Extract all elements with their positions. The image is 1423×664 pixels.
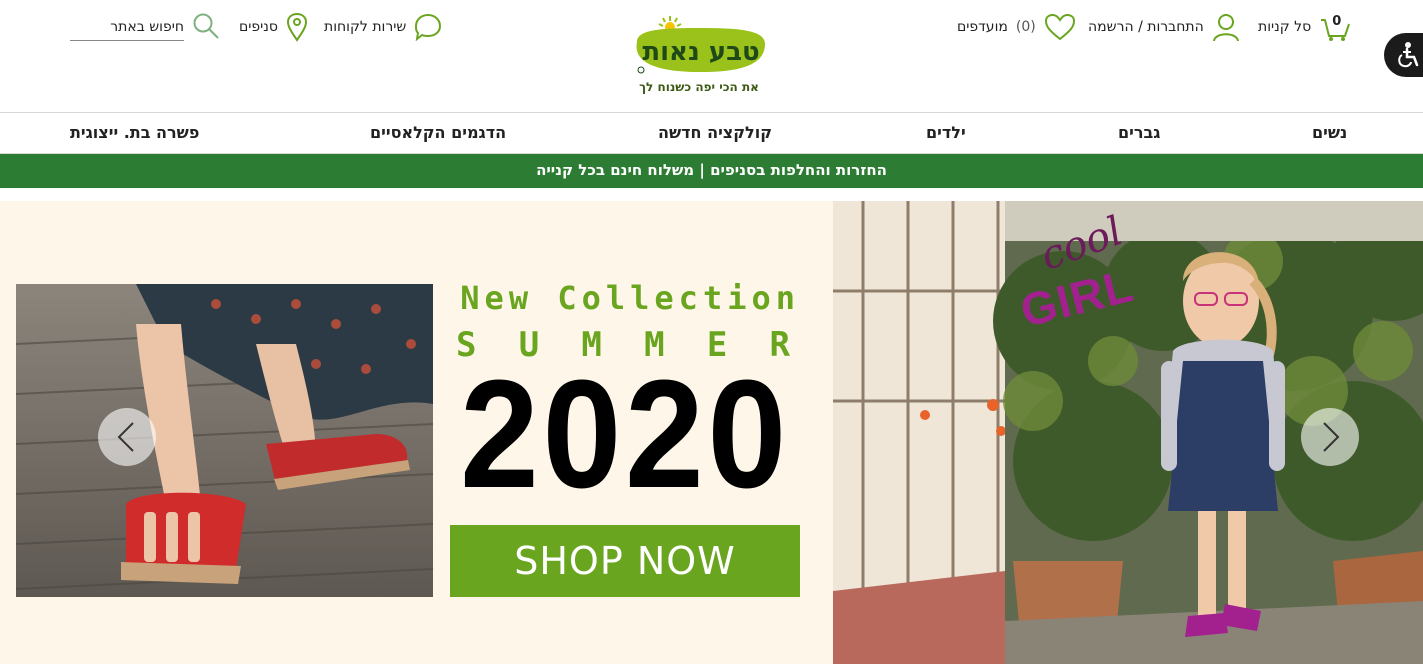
sandals-image bbox=[16, 284, 433, 597]
chevron-right-icon bbox=[1323, 422, 1340, 452]
nav-item-men[interactable]: גברים bbox=[1118, 114, 1160, 154]
accessibility-icon bbox=[1398, 42, 1419, 68]
site-search bbox=[70, 12, 220, 42]
nav-item-new-collection[interactable]: קולקציה חדשה bbox=[658, 114, 772, 154]
logo-mark: טבע נאות bbox=[636, 16, 765, 74]
brand-logo[interactable]: טבע נאות את הכי יפה כשנוח לך bbox=[629, 12, 769, 98]
cart-button[interactable]: 0 סל קניות bbox=[1258, 10, 1351, 44]
main-nav: נשים גברים ילדים קולקציה חדשה הדגמים הקל… bbox=[0, 114, 1423, 154]
stores-label: סניפים bbox=[239, 19, 278, 35]
carousel-next-button[interactable] bbox=[1301, 408, 1359, 466]
chevron-left-icon bbox=[117, 422, 134, 452]
favorites-label: מועדפים bbox=[957, 19, 1008, 35]
hero-headline: New Collection bbox=[460, 279, 800, 317]
customer-service-label: שירות לקוחות bbox=[324, 19, 407, 35]
logo-tagline: את הכי יפה כשנוח לך bbox=[639, 80, 759, 94]
customer-service-link[interactable]: שירות לקוחות bbox=[324, 10, 442, 44]
cart-label: סל קניות bbox=[1258, 19, 1312, 35]
hero-carousel: New Collection S U M M E R 2020 SHOP NOW bbox=[0, 201, 1423, 664]
hero-sandals-photo[interactable] bbox=[16, 284, 433, 597]
carousel-prev-button[interactable] bbox=[98, 408, 156, 466]
search-input[interactable] bbox=[70, 13, 184, 41]
logo-text: טבע נאות bbox=[642, 37, 759, 67]
user-icon bbox=[1212, 14, 1239, 42]
accessibility-button[interactable] bbox=[1384, 33, 1423, 77]
nav-item-kids[interactable]: ילדים bbox=[926, 114, 966, 154]
favorites-link[interactable]: (0) מועדפים bbox=[957, 10, 1076, 44]
nav-item-classic-models[interactable]: הדגמים הקלאסיים bbox=[370, 114, 506, 154]
promo-strip: החזרות והחלפות בסניפים | משלוח חינם בכל … bbox=[0, 154, 1423, 188]
cart-icon: 0 bbox=[1319, 12, 1351, 42]
stores-link[interactable]: סניפים bbox=[239, 10, 308, 44]
heart-icon bbox=[1044, 13, 1075, 41]
hero-year: 2020 bbox=[460, 348, 790, 520]
search-icon[interactable] bbox=[192, 12, 220, 44]
nav-item-women[interactable]: נשים bbox=[1312, 114, 1347, 154]
chat-bubble-icon bbox=[415, 13, 442, 41]
login-register-link[interactable]: התחברות / הרשמה bbox=[1088, 10, 1240, 44]
nav-item-outlet[interactable]: פשרה בת. ייצוגית bbox=[70, 114, 199, 154]
site-header: 0 סל קניות התחברות / הרשמה (0) מועדפים ש… bbox=[0, 0, 1423, 113]
location-pin-icon bbox=[286, 12, 308, 42]
favorites-count: (0) bbox=[1015, 19, 1036, 35]
login-label: התחברות / הרשמה bbox=[1088, 19, 1204, 35]
cart-count: 0 bbox=[1332, 14, 1342, 29]
shop-now-button[interactable]: SHOP NOW bbox=[450, 525, 800, 597]
